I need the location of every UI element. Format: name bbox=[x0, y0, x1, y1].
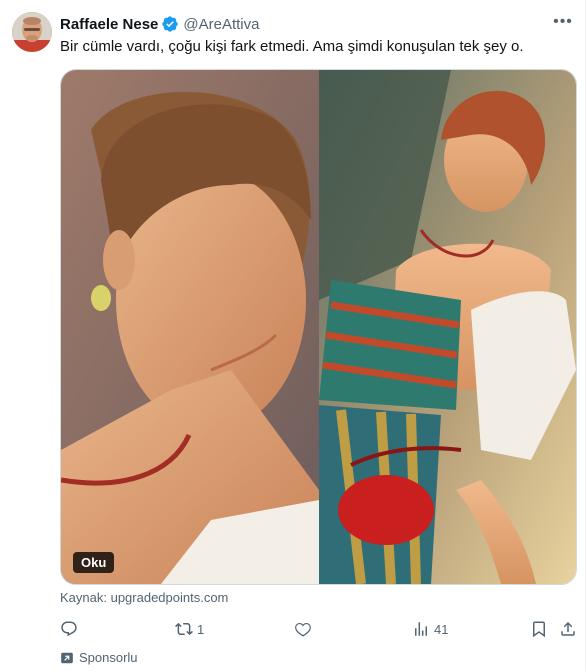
promoted-label: Sponsorlu bbox=[60, 650, 138, 665]
bookmark-button[interactable] bbox=[530, 618, 548, 640]
views-button[interactable]: 41 bbox=[412, 618, 448, 640]
share-button[interactable] bbox=[559, 618, 577, 640]
share-icon bbox=[561, 621, 575, 636]
reply-button[interactable] bbox=[60, 618, 82, 640]
reply-icon bbox=[61, 621, 77, 637]
author-handle[interactable]: @AreAttiva bbox=[183, 16, 259, 33]
retweet-button[interactable]: 1 bbox=[175, 618, 204, 640]
author-name[interactable]: Raffaele Nese bbox=[60, 16, 158, 33]
tweet-card[interactable]: Raffaele Nese @AreAttiva ••• Bir cümle v… bbox=[0, 0, 586, 671]
verified-badge-icon bbox=[161, 15, 179, 33]
action-bar: 1 41 bbox=[60, 618, 577, 640]
tweet-text: Bir cümle vardı, çoğu kişi fark etmedi. … bbox=[60, 38, 524, 55]
source-link[interactable]: Kaynak: upgradedpoints.com bbox=[60, 590, 228, 605]
retweet-icon bbox=[175, 622, 193, 636]
bookmark-icon bbox=[533, 621, 545, 638]
promoted-text: Sponsorlu bbox=[79, 650, 138, 665]
avatar[interactable] bbox=[12, 12, 52, 52]
media-image[interactable]: Oku bbox=[60, 69, 577, 585]
retweet-count: 1 bbox=[197, 621, 205, 637]
read-more-badge[interactable]: Oku bbox=[73, 552, 115, 573]
more-options-icon[interactable]: ••• bbox=[553, 11, 573, 33]
views-count: 41 bbox=[434, 621, 449, 637]
promoted-arrow-icon bbox=[61, 652, 73, 663]
like-button[interactable] bbox=[294, 618, 316, 640]
views-chart-icon bbox=[415, 622, 427, 636]
heart-icon bbox=[295, 622, 311, 637]
